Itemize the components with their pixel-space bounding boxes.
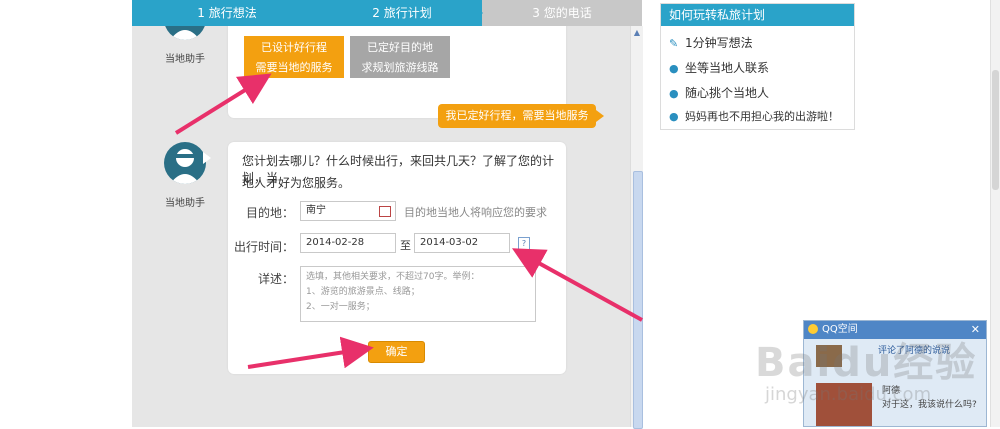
tips-panel: 如何玩转私旅计划 ✎ 1分钟写想法 ● 坐等当地人联系 ● 随心挑个当地人 ● 妈妈再也… — [660, 3, 855, 130]
tip-label: 随心挑个当地人 — [685, 86, 770, 100]
user-reply-bubble: 我已定好行程，需要当地服务 — [438, 104, 596, 128]
step-chevron — [292, 0, 306, 26]
page-scrollbar[interactable] — [990, 0, 1000, 427]
watermark: Baidu经验 — [755, 340, 978, 386]
chat-icon: ● — [669, 110, 679, 123]
destination-input[interactable]: 南宁 — [300, 201, 396, 221]
choice-designed-itinerary[interactable]: 已设计好行程 需要当地的服务 — [244, 36, 344, 78]
confirm-button[interactable]: 确定 — [368, 341, 425, 363]
scroll-up-icon[interactable]: ▲ — [633, 28, 641, 38]
choice-line: 已设计好行程 — [261, 41, 327, 54]
destination-label: 目的地： — [245, 206, 294, 220]
chat-area: 当地助手 已设计好行程 需要当地的服务 已定好目的地 求规划旅游线路 我已定好行… — [132, 26, 630, 427]
start-date-input[interactable]: 2014-02-28 — [300, 233, 396, 253]
question-text-line-2: 地人才好为您服务。 — [242, 176, 351, 190]
person-icon: ● — [669, 62, 679, 75]
page-scroll-thumb[interactable] — [992, 70, 999, 190]
choice-line: 已定好目的地 — [367, 41, 433, 54]
placeholder-line: 2、一对一服务； — [306, 302, 375, 312]
date-separator: 至 — [400, 239, 411, 252]
assistant-avatar — [164, 142, 206, 184]
tip-label: 1分钟写想法 — [685, 36, 753, 50]
question-bubble: 您计划去哪儿？什么时候出行，来回共几天？了解了您的计划，当 地人才好为您服务。 … — [228, 142, 566, 374]
tip-item: ✎ 1分钟写想法 — [669, 34, 753, 51]
avatar-pointer — [203, 152, 211, 164]
tip-label: 妈妈再也不用担心我的出游啦！ — [685, 110, 839, 123]
assistant-avatar — [164, 26, 206, 40]
end-date-input[interactable]: 2014-03-02 — [414, 233, 510, 253]
reply-tail — [596, 110, 604, 122]
step-2-label: 2 旅行计划 — [372, 6, 432, 20]
choice-line: 需要当地的服务 — [255, 61, 333, 74]
tip-item: ● 妈妈再也不用担心我的出游啦！ — [669, 108, 839, 124]
chat-scrollbar[interactable]: ▲ — [630, 26, 643, 429]
step-progress-bar: 1 旅行想法 2 旅行计划 3 您的电话 — [132, 0, 642, 26]
assistant-label: 当地助手 — [165, 54, 205, 65]
scroll-thumb[interactable] — [633, 171, 643, 429]
choice-plan-route[interactable]: 已定好目的地 求规划旅游线路 — [350, 36, 450, 78]
step-3: 3 您的电话 — [482, 0, 642, 26]
details-textarea[interactable]: 选填，其他相关要求，不超过70字。举例： 1、游览的旅游景点、线路； 2、一对一… — [300, 266, 536, 322]
watermark-url: jingyan.baidu.com — [765, 384, 932, 405]
date-label: 出行时间： — [234, 240, 295, 254]
group-icon: ● — [669, 87, 679, 100]
help-icon[interactable]: ? — [518, 237, 530, 250]
destination-hint: 目的地当地人将响应您的要求 — [404, 206, 547, 219]
tips-title: 如何玩转私旅计划 — [661, 4, 854, 26]
destination-value: 南宁 — [306, 205, 326, 216]
tip-label: 坐等当地人联系 — [685, 61, 770, 75]
tip-item: ● 随心挑个当地人 — [669, 84, 769, 101]
step-chevron — [469, 0, 483, 26]
assistant-label: 当地助手 — [165, 198, 205, 209]
step-1-label: 1 旅行想法 — [197, 6, 257, 20]
placeholder-line: 选填，其他相关要求，不超过70字。举例： — [306, 272, 480, 282]
pencil-icon: ✎ — [669, 37, 679, 50]
details-label: 详述： — [257, 272, 294, 286]
choice-line: 求规划旅游线路 — [361, 61, 439, 74]
placeholder-line: 1、游览的旅游景点、线路； — [306, 287, 420, 297]
tip-item: ● 坐等当地人联系 — [669, 59, 769, 76]
calendar-icon[interactable] — [379, 206, 391, 217]
step-3-label: 3 您的电话 — [532, 6, 592, 20]
